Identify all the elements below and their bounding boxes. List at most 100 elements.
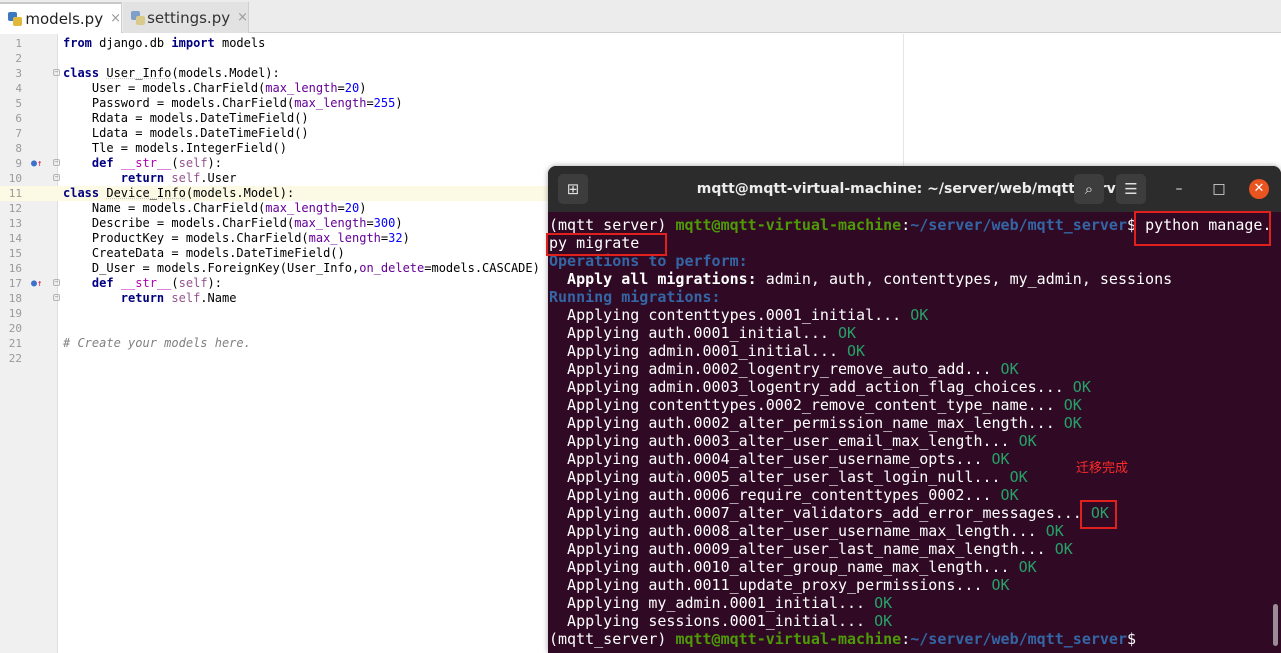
migration-line: Applying auth.0011_update_proxy_permissi… — [549, 576, 1010, 594]
line-number: 19 — [8, 307, 22, 320]
code-line[interactable]: 1 from django.db import models — [0, 36, 1281, 51]
terminal-scrollbar[interactable] — [1273, 604, 1278, 646]
migration-line: Applying admin.0001_initial... OK — [549, 342, 865, 360]
code-text: def __str__(self): — [91, 276, 222, 290]
fold-icon[interactable]: − — [53, 294, 60, 301]
prompt-line-final: (mqtt_server) mqtt@mqtt-virtual-machine:… — [549, 630, 1145, 648]
prompt-path: ~/server/web/mqtt_server — [910, 630, 1127, 648]
code-text: Password = models.CharField(max_length=2… — [63, 96, 403, 110]
line-number: 8 — [15, 142, 22, 155]
line-number: 18 — [8, 292, 22, 305]
migration-line: Applying auth.0008_alter_user_username_m… — [549, 522, 1064, 540]
minimize-button[interactable]: – — [1169, 179, 1189, 199]
migration-line: Applying auth.0002_alter_permission_name… — [549, 414, 1082, 432]
ok-status: OK — [1018, 432, 1037, 450]
fold-icon[interactable]: − — [53, 159, 60, 166]
line-number: 2 — [15, 52, 22, 65]
migration-line: Applying auth.0006_require_contenttypes_… — [549, 486, 1019, 504]
code-text: from django.db import models — [63, 36, 266, 50]
migration-line: Applying my_admin.0001_initial... OK — [549, 594, 892, 612]
code-line[interactable]: 5 Password = models.CharField(max_length… — [0, 96, 1281, 111]
migration-line: Applying auth.0005_alter_user_last_login… — [549, 468, 1028, 486]
ok-status: OK — [874, 594, 893, 612]
migration-line: Applying contenttypes.0001_initial... OK — [549, 306, 928, 324]
terminal-header-bar: ⊞ mqtt@mqtt-virtual-machine: ~/server/we… — [548, 166, 1281, 212]
code-text: return self.User — [120, 171, 237, 185]
ok-status: OK — [910, 306, 929, 324]
ok-status: OK — [847, 342, 866, 360]
migration-text: Applying my_admin.0001_initial... — [549, 594, 875, 612]
migration-text: Applying admin.0003_logentry_add_action_… — [549, 378, 1073, 396]
code-text: Rdata = models.DateTimeField() — [63, 111, 309, 125]
ok-status: OK — [1000, 486, 1019, 504]
migration-line: Applying auth.0004_alter_user_username_o… — [549, 450, 1010, 468]
tab-settings-py[interactable]: settings.py × — [123, 2, 249, 33]
line-number: 10 — [8, 172, 22, 185]
ok-status: OK — [874, 612, 893, 630]
override-marker-icon[interactable]: ●↑ — [31, 156, 42, 172]
text-cursor-icon: I — [675, 465, 680, 481]
line-number: 16 — [8, 262, 22, 275]
code-line[interactable]: 7 Ldata = models.DateTimeField() — [0, 126, 1281, 141]
tab-models-py[interactable]: models.py × — [0, 2, 122, 33]
line-number: 1 — [15, 37, 22, 50]
migration-line: Applying admin.0003_logentry_add_action_… — [549, 378, 1091, 396]
fold-icon[interactable]: − — [53, 174, 60, 181]
close-button[interactable]: ✕ — [1249, 179, 1269, 199]
migration-line: Applying auth.0003_alter_user_email_max_… — [549, 432, 1037, 450]
code-text: Tle = models.IntegerField() — [63, 141, 287, 155]
line-number: 21 — [8, 337, 22, 350]
line-number: 11 — [8, 187, 22, 200]
code-line[interactable]: 8 Tle = models.IntegerField() — [0, 141, 1281, 156]
migration-text: Applying auth.0007_alter_validators_add_… — [549, 504, 1091, 522]
line-number: 4 — [15, 82, 22, 95]
migration-text: Applying auth.0004_alter_user_username_o… — [549, 450, 992, 468]
line-number: 13 — [8, 217, 22, 230]
code-text: class User_Info(models.Model): — [63, 66, 280, 80]
code-text: User = models.CharField(max_length=20) — [63, 81, 367, 95]
close-icon[interactable]: × — [110, 11, 121, 26]
code-text: CreateData = models.DateTimeField() — [63, 246, 345, 260]
editor-tab-bar: models.py × settings.py × — [0, 0, 1281, 33]
ok-status: OK — [1009, 468, 1028, 486]
code-line[interactable]: 4 User = models.CharField(max_length=20) — [0, 81, 1281, 96]
code-text: Name = models.CharField(max_length=20) — [63, 201, 367, 215]
override-marker-icon[interactable]: ●↑ — [31, 276, 42, 292]
fold-icon[interactable]: − — [53, 279, 60, 286]
migration-text: Applying auth.0008_alter_user_username_m… — [549, 522, 1046, 540]
prompt-colon: : — [901, 630, 911, 648]
code-text: ProductKey = models.CharField(max_length… — [63, 231, 410, 245]
line-number: 12 — [8, 202, 22, 215]
migration-text: Applying admin.0002_logentry_remove_auto… — [549, 360, 1001, 378]
highlight-box-command — [1134, 211, 1271, 246]
fold-icon[interactable]: − — [53, 69, 60, 76]
code-line[interactable]: 2 — [0, 51, 1281, 66]
migration-text: Applying auth.0011_update_proxy_permissi… — [549, 576, 992, 594]
migration-text: Applying auth.0010_alter_group_name_max_… — [549, 558, 1019, 576]
code-text: D_User = models.ForeignKey(User_Info,on_… — [63, 261, 540, 275]
migration-text: Applying auth.0009_alter_user_last_name_… — [549, 540, 1055, 558]
migration-text: Applying sessions.0001_initial... — [549, 612, 875, 630]
apply-all-line: Apply all migrations: admin, auth, conte… — [549, 270, 1172, 288]
maximize-button[interactable]: □ — [1209, 179, 1229, 199]
menu-icon[interactable]: ☰ — [1116, 174, 1146, 204]
close-icon[interactable]: × — [237, 10, 248, 25]
ok-status: OK — [837, 324, 857, 342]
code-line[interactable]: 3 − class User_Info(models.Model): — [0, 66, 1281, 81]
python-file-icon — [8, 11, 22, 26]
prompt-user-host: mqtt@mqtt-virtual-machine — [675, 630, 902, 648]
terminal-output[interactable]: (mqtt_server) mqtt@mqtt-virtual-machine:… — [548, 214, 1281, 653]
line-number: 14 — [8, 232, 22, 245]
migration-line: Applying auth.0010_alter_group_name_max_… — [549, 558, 1037, 576]
migration-line: Applying contenttypes.0002_remove_conten… — [549, 396, 1082, 414]
code-line[interactable]: 6 Rdata = models.DateTimeField() — [0, 111, 1281, 126]
migration-text: Applying auth.0005_alter_user_last_login… — [549, 468, 1010, 486]
code-text: Ldata = models.DateTimeField() — [63, 126, 309, 140]
code-text: return self.Name — [120, 291, 237, 305]
migration-line: Applying auth.0001_initial... OK — [549, 324, 856, 342]
annotation-migration-complete: 迁移完成 — [1076, 461, 1129, 476]
code-text: class Device_Info(models.Model): — [63, 186, 295, 200]
migration-text: Applying auth.0002_alter_permission_name… — [549, 414, 1064, 432]
prompt-path: ~/server/web/mqtt_server — [910, 216, 1127, 234]
search-icon[interactable]: ⌕ — [1074, 174, 1104, 204]
